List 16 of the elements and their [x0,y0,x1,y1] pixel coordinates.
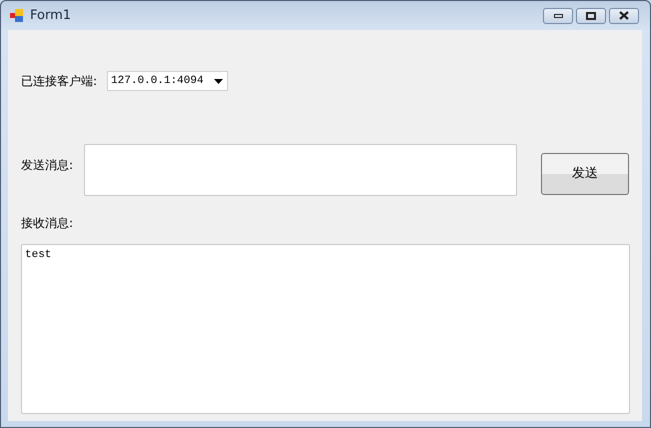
message-input-field[interactable] [84,144,517,196]
client-dropdown[interactable]: 127.0.0.1:4094 [107,71,228,91]
dropdown-arrow-icon [214,78,224,84]
receive-label: 接收消息: [21,216,74,230]
window-title: Form1 [30,6,72,25]
send-button[interactable]: 发送 [541,153,629,195]
app-icon [10,9,24,22]
client-label: 已连接客户端: [21,73,98,90]
close-button[interactable] [609,8,639,24]
minimize-button[interactable] [543,8,573,24]
send-label: 发送消息: [21,157,74,174]
received-messages-field[interactable]: test [21,244,630,414]
maximize-icon [586,12,596,20]
close-icon [619,11,629,20]
maximize-button[interactable] [576,8,606,24]
minimize-icon [554,14,562,18]
